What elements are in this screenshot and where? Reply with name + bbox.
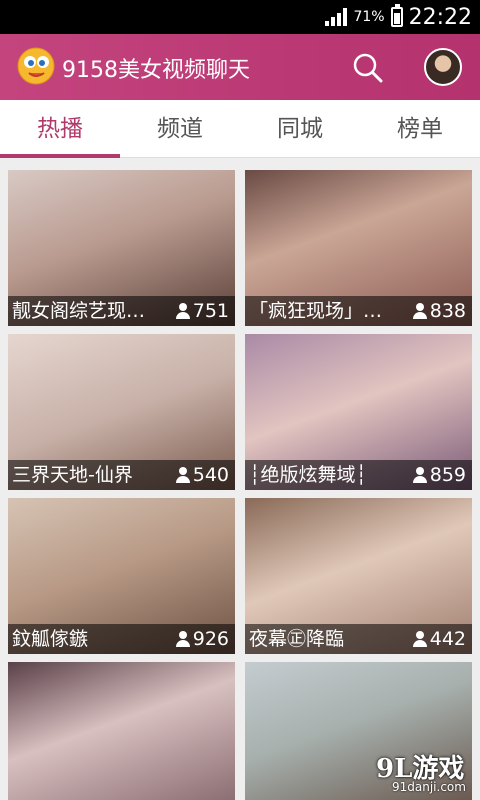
room-card[interactable]: 靓女阁综艺现… 751 bbox=[8, 170, 235, 326]
tab-bar: 热播 频道 同城 榜单 bbox=[0, 100, 480, 158]
room-thumbnail bbox=[8, 662, 235, 800]
viewer-count: 751 bbox=[192, 300, 229, 322]
room-caption: 「疯狂现场」… 838 bbox=[245, 296, 472, 326]
viewer-icon bbox=[175, 303, 191, 319]
app-title: 9158美女视频聊天 bbox=[62, 58, 250, 83]
room-caption: ┆绝版炫舞域┆ 859 bbox=[245, 460, 472, 490]
room-card[interactable]: 三界天地-仙界 540 bbox=[8, 334, 235, 490]
signal-icon bbox=[325, 8, 348, 26]
app-logo-icon bbox=[16, 46, 56, 86]
room-caption: 靓女阁综艺现… 751 bbox=[8, 296, 235, 326]
room-card[interactable]: 鈫觚傢鏃 926 bbox=[8, 498, 235, 654]
search-icon[interactable] bbox=[350, 50, 386, 86]
room-name: 鈫觚傢鏃 bbox=[12, 628, 89, 650]
tab-channels[interactable]: 频道 bbox=[120, 100, 240, 158]
room-card[interactable] bbox=[8, 662, 235, 800]
room-card[interactable]: 「疯狂现场」… 838 bbox=[245, 170, 472, 326]
room-name: 「疯狂现场」… bbox=[249, 300, 383, 322]
active-tab-indicator bbox=[0, 154, 120, 158]
room-caption: 夜幕㊣降臨 442 bbox=[245, 624, 472, 654]
room-caption: 鈫觚傢鏃 926 bbox=[8, 624, 235, 654]
viewer-icon bbox=[412, 467, 428, 483]
watermark-url: 91danji.com bbox=[392, 780, 466, 794]
room-name: 三界天地-仙界 bbox=[12, 464, 133, 486]
battery-percent: 71% bbox=[353, 9, 385, 25]
viewer-icon bbox=[412, 303, 428, 319]
room-name: ┆绝版炫舞域┆ bbox=[249, 464, 367, 486]
room-caption: 三界天地-仙界 540 bbox=[8, 460, 235, 490]
viewer-count: 540 bbox=[192, 464, 229, 486]
app-bar: 9158美女视频聊天 bbox=[0, 34, 480, 100]
viewer-icon bbox=[175, 467, 191, 483]
viewer-count: 442 bbox=[429, 628, 466, 650]
room-card[interactable]: ┆绝版炫舞域┆ 859 bbox=[245, 334, 472, 490]
viewer-count: 838 bbox=[429, 300, 466, 322]
watermark-logo: 9L游戏 91danji.com bbox=[376, 744, 480, 800]
viewer-icon bbox=[175, 631, 191, 647]
tab-nearby[interactable]: 同城 bbox=[240, 100, 360, 158]
viewer-count: 926 bbox=[192, 628, 229, 650]
status-bar: 71% 22:22 bbox=[0, 0, 480, 34]
user-avatar[interactable] bbox=[424, 48, 462, 86]
clock: 22:22 bbox=[408, 4, 472, 30]
tab-hot[interactable]: 热播 bbox=[0, 100, 120, 158]
tab-rankings[interactable]: 榜单 bbox=[360, 100, 480, 158]
battery-icon bbox=[390, 4, 403, 27]
viewer-count: 859 bbox=[429, 464, 466, 486]
room-card[interactable]: 夜幕㊣降臨 442 bbox=[245, 498, 472, 654]
room-name: 夜幕㊣降臨 bbox=[249, 628, 345, 650]
viewer-icon bbox=[412, 631, 428, 647]
room-name: 靓女阁综艺现… bbox=[12, 300, 146, 322]
